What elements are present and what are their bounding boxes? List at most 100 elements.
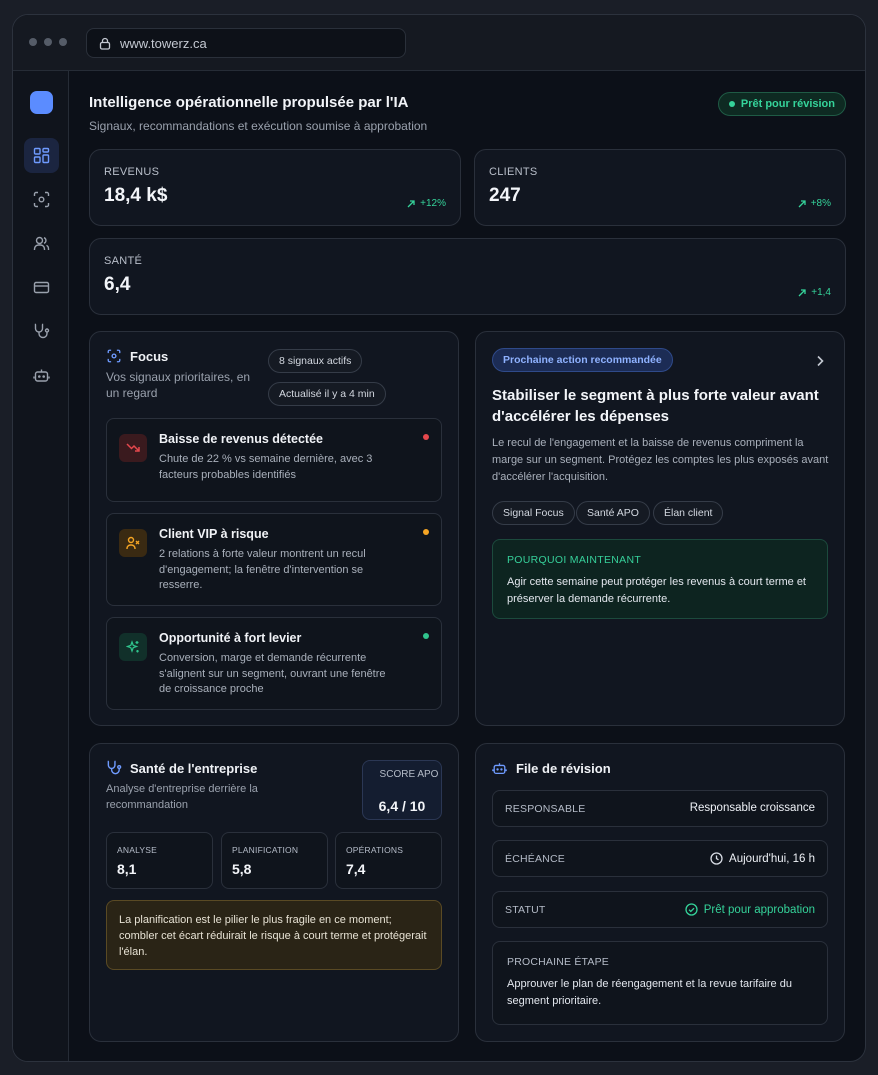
chevron-right-icon[interactable] (816, 355, 824, 367)
page-subtitle: Signaux, recommandations et exécution so… (89, 119, 428, 133)
planning-warning: La planification est le pilier le plus f… (106, 900, 442, 970)
bot-icon (492, 763, 507, 775)
sidebar (13, 71, 69, 1061)
status-value: Prêt pour approbation (703, 903, 815, 916)
window-dot-maximize[interactable] (59, 38, 67, 46)
metric-operations: OPÉRATIONS 7,4 (335, 832, 442, 889)
kpi-delta: +8% (798, 198, 831, 209)
kpi-value: 6,4 (104, 274, 131, 295)
signal-icon-box (119, 434, 147, 462)
status-badge-label: Prêt pour révision (740, 98, 835, 110)
sidebar-item-clients[interactable] (24, 226, 59, 261)
signal-description: Chute de 22 % vs semaine dernière, avec … (159, 453, 373, 481)
last-updated-chip[interactable]: Actualisé il y a 4 min (268, 382, 386, 406)
active-signals-chip[interactable]: 8 signaux actifs (268, 349, 363, 373)
tag-elan-client[interactable]: Élan client (653, 501, 724, 525)
focus-title: Focus (130, 349, 169, 364)
kpi-delta: +12% (407, 198, 446, 209)
apo-score-box: SCORE APO 6,4 / 10 (362, 760, 442, 820)
owner-value: Responsable croissance (689, 802, 815, 814)
kpi-card-health[interactable]: SANTÉ 6,4 +1,4 (89, 238, 846, 315)
page-title: Intelligence opérationnelle propulsée pa… (89, 94, 409, 111)
clock-icon (710, 852, 723, 865)
browser-window: www.towerz.ca Intelligence opérationnell… (12, 14, 866, 1062)
signal-title: Client VIP à risque (159, 527, 269, 541)
row-value: Prêt pour approbation (685, 903, 815, 916)
recommendation-title: Stabiliser le segment à plus forte valeu… (492, 387, 819, 425)
metric-label: PLANIFICATION (232, 845, 299, 855)
why-now-text: Agir cette semaine peut protéger les rev… (507, 576, 806, 605)
focus-subtitle: Vos signaux prioritaires, en un regard (106, 370, 251, 400)
signal-title: Opportunité à fort levier (159, 631, 302, 645)
stethoscope-icon (107, 760, 122, 775)
focus-card: Focus Vos signaux prioritaires, en un re… (89, 331, 459, 726)
row-label: RESPONSABLE (505, 803, 586, 815)
review-queue-card: File de révision RESPONSABLE Responsable… (475, 743, 845, 1042)
focus-scan-icon (33, 191, 50, 208)
due-value: Aujourd'hui, 16 h (729, 852, 815, 865)
signal-icon-box (119, 529, 147, 557)
sidebar-item-billing[interactable] (24, 270, 59, 305)
window-dot-close[interactable] (29, 38, 37, 46)
sidebar-item-dashboard[interactable] (24, 138, 59, 173)
kpi-delta-value: +12% (420, 198, 446, 209)
trend-up-icon (798, 199, 806, 207)
bot-icon (33, 369, 50, 382)
main-content: Intelligence opérationnelle propulsée pa… (69, 71, 865, 1061)
trend-up-icon (798, 288, 806, 296)
next-step-text: Approuver le plan de réengagement et la … (507, 978, 792, 1007)
signal-title: Baisse de revenus détectée (159, 432, 323, 446)
signal-severity-dot (423, 434, 429, 440)
kpi-card-clients[interactable]: CLIENTS 247 +8% (474, 149, 846, 226)
business-health-card: Santé de l'entreprise Analyse d'entrepri… (89, 743, 459, 1042)
check-circle-icon (685, 903, 698, 916)
metric-value: 8,1 (117, 861, 137, 877)
metric-value: 5,8 (232, 861, 252, 877)
window-controls (29, 38, 67, 46)
why-now-label: POURQUOI MAINTENANT (507, 554, 642, 566)
score-label: SCORE APO (379, 769, 439, 780)
kpi-value: 18,4 k$ (104, 185, 168, 206)
signal-item-revenue-drop[interactable]: Baisse de revenus détectée Chute de 22 %… (106, 418, 442, 502)
tag-signal-focus[interactable]: Signal Focus (492, 501, 575, 525)
why-now-box: POURQUOI MAINTENANT Agir cette semaine p… (492, 539, 828, 619)
signal-severity-dot (423, 633, 429, 639)
metric-value: 7,4 (346, 861, 366, 877)
users-icon (33, 236, 50, 250)
kpi-value: 247 (489, 185, 521, 206)
kpi-card-revenue[interactable]: REVENUS 18,4 k$ +12% (89, 149, 461, 226)
sparkles-icon (126, 640, 139, 653)
signal-description: Conversion, marge et demande récurrente … (159, 652, 386, 695)
kpi-delta: +1,4 (798, 287, 831, 298)
row-label: ÉCHÉANCE (505, 853, 565, 865)
focus-scan-icon (107, 349, 121, 363)
tag-sante-apo[interactable]: Santé APO (576, 501, 650, 525)
kpi-label: REVENUS (104, 166, 160, 178)
recommendation-card: Prochaine action recommandée Stabiliser … (475, 331, 845, 726)
sidebar-item-health[interactable] (24, 314, 59, 349)
signal-item-opportunity[interactable]: Opportunité à fort levier Conversion, ma… (106, 617, 442, 710)
address-bar[interactable]: www.towerz.ca (86, 28, 406, 58)
review-row-due: ÉCHÉANCE Aujourd'hui, 16 h (492, 840, 828, 877)
next-step-box: PROCHAINE ÉTAPE Approuver le plan de rée… (492, 941, 828, 1025)
user-x-icon (126, 536, 140, 549)
status-dot (728, 101, 735, 107)
trending-down-icon (126, 443, 140, 452)
window-dot-minimize[interactable] (44, 38, 52, 46)
signal-item-vip-risk[interactable]: Client VIP à risque 2 relations à forte … (106, 513, 442, 606)
status-badge: Prêt pour révision (717, 92, 846, 116)
review-row-status: STATUT Prêt pour approbation (492, 891, 828, 928)
row-label: STATUT (505, 904, 546, 916)
health-subtitle: Analyse d'entreprise derrière la recomma… (106, 783, 258, 811)
kpi-label: SANTÉ (104, 255, 143, 267)
metric-label: OPÉRATIONS (346, 845, 404, 855)
sidebar-item-focus[interactable] (24, 182, 59, 217)
trend-up-icon (407, 199, 415, 207)
next-step-label: PROCHAINE ÉTAPE (507, 956, 609, 968)
sidebar-item-automation[interactable] (24, 358, 59, 393)
app-logo[interactable] (30, 91, 53, 114)
score-value: 6,4 / 10 (378, 798, 426, 814)
kpi-delta-value: +1,4 (811, 287, 831, 298)
metric-label: ANALYSE (117, 845, 157, 855)
kpi-delta-value: +8% (810, 198, 831, 209)
